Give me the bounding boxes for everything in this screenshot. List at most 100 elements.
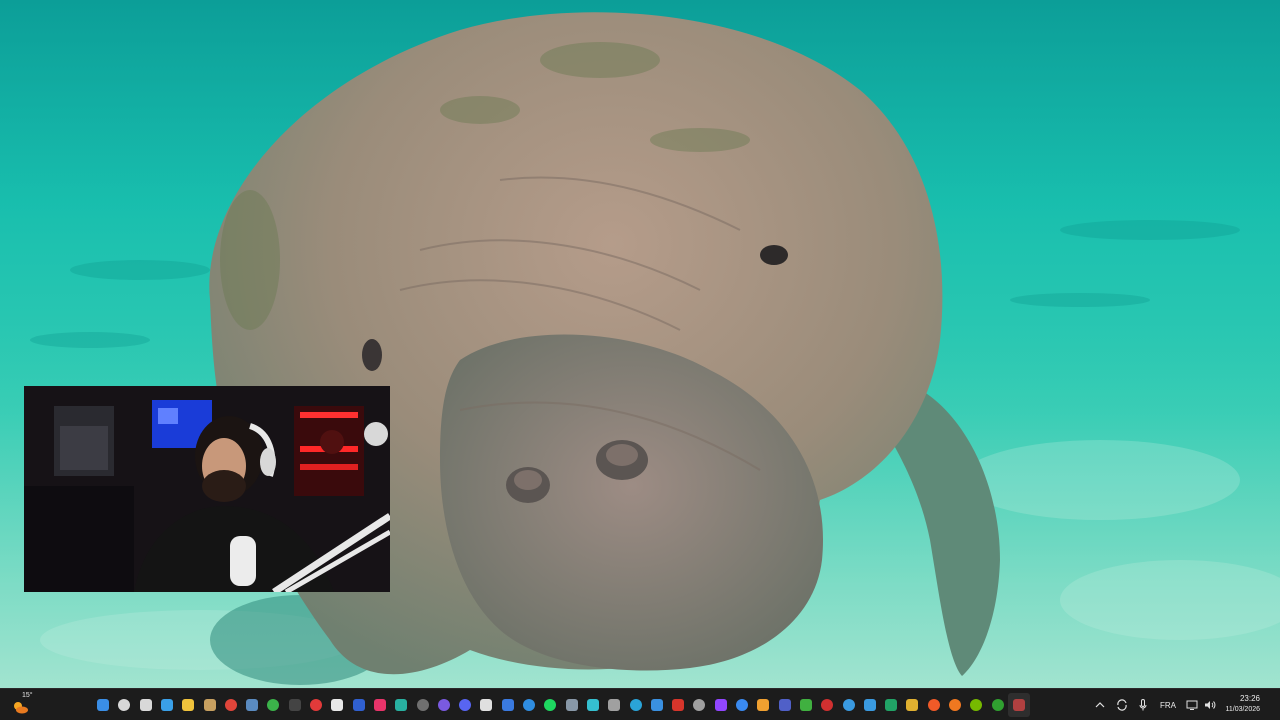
gog-app[interactable] bbox=[688, 693, 710, 717]
webcam-overlay bbox=[24, 386, 390, 592]
dark-app[interactable] bbox=[475, 693, 497, 717]
spotify-app[interactable] bbox=[539, 693, 561, 717]
photos-app-icon bbox=[651, 699, 663, 711]
settings-app-icon bbox=[843, 699, 855, 711]
tiktok-app-icon bbox=[374, 699, 386, 711]
record-app-icon bbox=[821, 699, 833, 711]
adobe-app[interactable] bbox=[667, 693, 689, 717]
obs-app[interactable] bbox=[412, 693, 434, 717]
search-button[interactable] bbox=[113, 693, 135, 717]
sync-icon bbox=[1117, 699, 1127, 711]
capcut-app[interactable] bbox=[582, 693, 604, 717]
brave-app-icon bbox=[928, 699, 940, 711]
search-orange-app[interactable] bbox=[944, 693, 966, 717]
file-explorer-app-icon bbox=[182, 699, 194, 711]
taskbar-clock[interactable]: 23:26 11/03/2026 bbox=[1212, 693, 1260, 715]
nvidia-app-icon bbox=[970, 699, 982, 711]
app-gray[interactable] bbox=[561, 693, 583, 717]
green-app[interactable] bbox=[795, 693, 817, 717]
terminal-app[interactable] bbox=[284, 693, 306, 717]
edge-app[interactable] bbox=[518, 693, 540, 717]
task-view-button[interactable] bbox=[135, 693, 157, 717]
folder-app-icon bbox=[906, 699, 918, 711]
brave-app[interactable] bbox=[923, 693, 945, 717]
battlenet-app-icon bbox=[736, 699, 748, 711]
steam-app[interactable] bbox=[241, 693, 263, 717]
discord-app[interactable] bbox=[454, 693, 476, 717]
widgets-app-icon bbox=[161, 699, 173, 711]
chevron-up-icon bbox=[1095, 702, 1105, 708]
tiktok-app[interactable] bbox=[369, 693, 391, 717]
discord-app-icon bbox=[459, 699, 471, 711]
teams-app[interactable] bbox=[774, 693, 796, 717]
app-shield-icon bbox=[204, 699, 216, 711]
battlenet-app[interactable] bbox=[731, 693, 753, 717]
search-button-icon bbox=[118, 699, 130, 711]
excel-app[interactable] bbox=[880, 693, 902, 717]
epic-app-icon bbox=[331, 699, 343, 711]
network-button[interactable] bbox=[1184, 689, 1200, 721]
active-app-icon bbox=[1013, 699, 1025, 711]
obs-app-icon bbox=[417, 699, 429, 711]
teal-app-icon bbox=[395, 699, 407, 711]
tray-sync-button[interactable] bbox=[1114, 689, 1130, 721]
network-icon bbox=[1186, 700, 1198, 710]
chrome-app[interactable] bbox=[220, 693, 242, 717]
red-app[interactable] bbox=[305, 693, 327, 717]
edge-app-icon bbox=[523, 699, 535, 711]
epic-app[interactable] bbox=[326, 693, 348, 717]
ubisoft-connect-app-icon bbox=[353, 699, 365, 711]
ubisoft-connect-app[interactable] bbox=[348, 693, 370, 717]
show-hidden-icons-button[interactable] bbox=[1092, 689, 1108, 721]
telegram-app[interactable] bbox=[625, 693, 647, 717]
xbox-game-bar-app-icon bbox=[992, 699, 1004, 711]
taskbar: 15° FRA 23:26 11/03/2026 bbox=[0, 688, 1280, 720]
nvidia-app[interactable] bbox=[965, 693, 987, 717]
start-button-icon bbox=[97, 699, 109, 711]
record-app[interactable] bbox=[816, 693, 838, 717]
weather-widget[interactable]: 15° bbox=[10, 692, 40, 718]
widgets-app[interactable] bbox=[156, 693, 178, 717]
start-button[interactable] bbox=[92, 693, 114, 717]
twitch-app[interactable] bbox=[710, 693, 732, 717]
photos-app[interactable] bbox=[646, 693, 668, 717]
microphone-icon bbox=[1139, 699, 1147, 711]
active-app[interactable] bbox=[1008, 693, 1030, 717]
microphone-button[interactable] bbox=[1136, 689, 1150, 721]
clock-time: 23:26 bbox=[1239, 694, 1260, 703]
blue-app-icon bbox=[502, 699, 514, 711]
weather-temperature: 15° bbox=[22, 692, 33, 699]
file-explorer-app[interactable] bbox=[177, 693, 199, 717]
settings-app[interactable] bbox=[838, 693, 860, 717]
windows-app[interactable] bbox=[859, 693, 881, 717]
webcam-feed-image bbox=[24, 386, 390, 592]
folder-app[interactable] bbox=[901, 693, 923, 717]
chrome-app-icon bbox=[225, 699, 237, 711]
terminal-app-icon bbox=[289, 699, 301, 711]
adobe-app-icon bbox=[672, 699, 684, 711]
pen-app[interactable] bbox=[603, 693, 625, 717]
xbox-game-bar-app[interactable] bbox=[987, 693, 1009, 717]
twitch-app-icon bbox=[715, 699, 727, 711]
excel-app-icon bbox=[885, 699, 897, 711]
weather-partly-sunny-icon bbox=[14, 702, 28, 714]
desktop-wallpaper bbox=[0, 0, 1280, 688]
xbox-app-icon bbox=[267, 699, 279, 711]
purple-app[interactable] bbox=[433, 693, 455, 717]
app-shield[interactable] bbox=[199, 693, 221, 717]
teal-app[interactable] bbox=[390, 693, 412, 717]
capcut-app-icon bbox=[587, 699, 599, 711]
teams-app-icon bbox=[779, 699, 791, 711]
gog-app-icon bbox=[693, 699, 705, 711]
green-app-icon bbox=[800, 699, 812, 711]
xbox-app[interactable] bbox=[262, 693, 284, 717]
blue-app[interactable] bbox=[497, 693, 519, 717]
app-gray-icon bbox=[566, 699, 578, 711]
task-view-button-icon bbox=[140, 699, 152, 711]
windows-app-icon bbox=[864, 699, 876, 711]
store-app[interactable] bbox=[752, 693, 774, 717]
spotify-app-icon bbox=[544, 699, 556, 711]
clock-date: 11/03/2026 bbox=[1225, 706, 1260, 713]
search-orange-app-icon bbox=[949, 699, 961, 711]
language-indicator[interactable]: FRA bbox=[1156, 689, 1180, 721]
